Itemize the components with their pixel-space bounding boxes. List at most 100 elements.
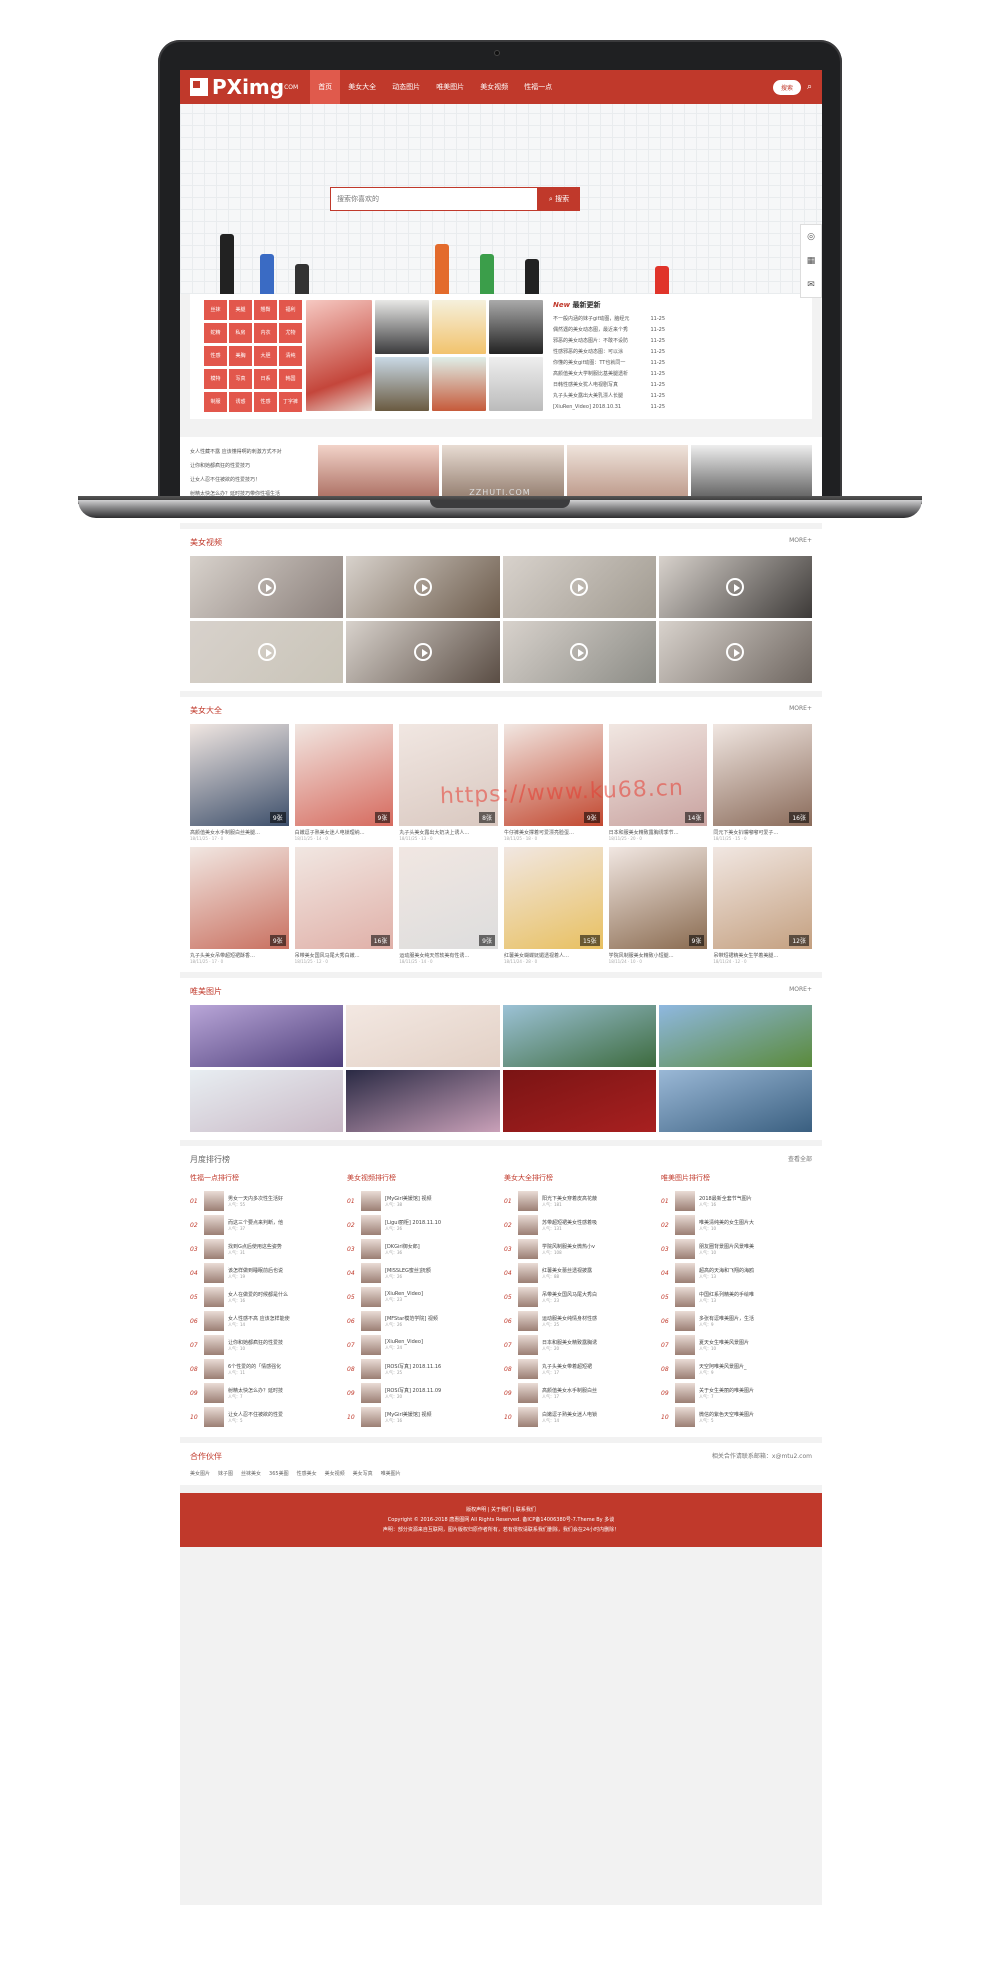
rank-item-title[interactable]: 天空阿唯美风景图片_ xyxy=(699,1363,812,1370)
rank-item[interactable]: 10 微信的紫色天空唯美图片 人气：5 xyxy=(661,1405,812,1429)
rank-item[interactable]: 07 日本和服美女精致露胸诱 人气：20 xyxy=(504,1333,655,1357)
partner-link[interactable]: 美女写真 xyxy=(353,1471,373,1477)
rank-thumb[interactable] xyxy=(518,1239,538,1259)
video-thumb[interactable] xyxy=(346,621,500,683)
rank-item[interactable]: 01 男女一天内多次性生活好 人气：55 xyxy=(190,1189,341,1213)
tag-item[interactable]: 内衣 xyxy=(254,323,277,343)
girl-photo[interactable]: 16张 xyxy=(294,847,394,949)
rank-item[interactable]: 03 朋友圈背景图片风景唯美 人气：10 xyxy=(661,1237,812,1261)
more-link[interactable]: MORE+ xyxy=(789,705,812,716)
rank-item[interactable]: 02 [Ligui丽柜] 2018.11.10 人气：26 xyxy=(347,1213,498,1237)
rank-item[interactable]: 06 运动服美女纯情身材性感 人气：25 xyxy=(504,1309,655,1333)
tag-item[interactable]: 日系 xyxy=(254,369,277,389)
rank-thumb[interactable] xyxy=(361,1335,381,1355)
rank-item-title[interactable]: 女人性感不高 应该怎样能使 xyxy=(228,1315,341,1322)
rank-item-title[interactable]: 而这三个要点来判断，他 xyxy=(228,1219,341,1226)
rank-item-title[interactable]: 让你和她都疯狂的性爱技 xyxy=(228,1339,341,1346)
featured-photo[interactable] xyxy=(489,300,543,354)
rank-item[interactable]: 08 丸子头美女带着超短裙 人气：17 xyxy=(504,1357,655,1381)
latest-item[interactable]: 高颜值美女大学制服比基美腿透析 11-25 xyxy=(553,369,665,380)
rank-item[interactable]: 10 白嫩逗子熟美女迷人电锁 人气：14 xyxy=(504,1405,655,1429)
girl-title[interactable]: 吊带短裙精美女生学着美腿… xyxy=(713,952,812,959)
rank-item-title[interactable]: 女人在做爱的时候都是什么 xyxy=(228,1291,341,1298)
girl-photo[interactable]: 9张 xyxy=(608,847,708,949)
tag-item[interactable]: 性感 xyxy=(204,346,227,366)
tag-item[interactable]: 大胆 xyxy=(254,346,277,366)
rank-item[interactable]: 01 [MyGirl美媛馆] 视频 人气：38 xyxy=(347,1189,498,1213)
rank-item-title[interactable]: 夏天女生唯美风景图片 xyxy=(699,1339,812,1346)
rank-thumb[interactable] xyxy=(361,1191,381,1211)
girl-card[interactable]: 12张 吊带短裙精美女生学着美腿… 18/11/24 · 12 · 0 xyxy=(713,847,812,964)
girl-title[interactable]: 高颜值美女水手制服白丝美腿… xyxy=(190,829,289,836)
rank-item-title[interactable]: 超高的天海和飞翔的海鸥 xyxy=(699,1267,812,1274)
rank-item[interactable]: 03 找到G点后使用这些姿势 人气：31 xyxy=(190,1237,341,1261)
rank-item-title[interactable]: 关于女生美丽的唯美图片 xyxy=(699,1387,812,1394)
video-thumb[interactable] xyxy=(190,621,344,683)
girl-photo[interactable]: 9张 xyxy=(190,724,289,826)
rank-thumb[interactable] xyxy=(518,1359,538,1379)
rank-item-title[interactable]: 唯美清纯美的女生图片大 xyxy=(699,1219,812,1226)
rank-item-title[interactable]: 2018最新全套节气图片 xyxy=(699,1195,812,1202)
rank-thumb[interactable] xyxy=(675,1359,695,1379)
rank-thumb[interactable] xyxy=(204,1239,224,1259)
partner-link[interactable]: 美女视频 xyxy=(325,1471,345,1477)
play-icon[interactable] xyxy=(570,643,589,661)
rank-item-title[interactable]: [MyGirl美媛馆] 视频 xyxy=(385,1195,498,1202)
tag-item[interactable]: 福利 xyxy=(279,300,302,320)
latest-item[interactable]: 日韩性感美女犹人电视剧写真 11-25 xyxy=(553,380,665,391)
rank-item-title[interactable]: [Ligui丽柜] 2018.11.10 xyxy=(385,1219,498,1226)
rank-item-title[interactable]: [MISSLEG蜜丝]抚额 xyxy=(385,1267,498,1274)
rank-item[interactable]: 08 天空阿唯美风景图片_ 人气：9 xyxy=(661,1357,812,1381)
rank-item-title[interactable]: 找到G点后使用这些姿势 xyxy=(228,1243,341,1250)
video-thumb[interactable] xyxy=(658,621,812,683)
rank-thumb[interactable] xyxy=(518,1383,538,1403)
rank-thumb[interactable] xyxy=(361,1383,381,1403)
rank-item-title[interactable]: 微信的紫色天空唯美图片 xyxy=(699,1411,812,1418)
rank-thumb[interactable] xyxy=(675,1335,695,1355)
rank-thumb[interactable] xyxy=(518,1335,538,1355)
girl-card[interactable]: 9张 白嫩逗子熟美女迷人电锁理纳… 18/11/25 · 14 · 0 xyxy=(294,724,394,841)
tag-item[interactable]: 诱惑 xyxy=(229,392,252,412)
latest-item[interactable]: 性感邪恶的美女动态图：可以涂 11-25 xyxy=(553,347,665,358)
rank-thumb[interactable] xyxy=(204,1383,224,1403)
featured-photo[interactable] xyxy=(375,357,429,411)
rank-item[interactable]: 03 学院风制服美女微热小v 人气：108 xyxy=(504,1237,655,1261)
tag-item[interactable]: 私房 xyxy=(229,323,252,343)
video-thumb[interactable] xyxy=(502,621,656,683)
rank-thumb[interactable] xyxy=(204,1263,224,1283)
partner-link[interactable]: 性感美女 xyxy=(297,1471,317,1477)
play-icon[interactable] xyxy=(570,578,589,596)
rank-item[interactable]: 05 女人在做爱的时候都是什么 人气：16 xyxy=(190,1285,341,1309)
rank-item[interactable]: 01 阳光下美女穿着皮高花蔽 人气：181 xyxy=(504,1189,655,1213)
rank-thumb[interactable] xyxy=(204,1311,224,1331)
rank-item-title[interactable]: 中国红系列精美的手绘唯 xyxy=(699,1291,812,1298)
girl-photo[interactable]: 12张 xyxy=(713,847,812,949)
play-icon[interactable] xyxy=(257,578,276,596)
pretty-photo[interactable] xyxy=(190,1070,344,1132)
rank-thumb[interactable] xyxy=(204,1215,224,1235)
rank-thumb[interactable] xyxy=(518,1311,538,1331)
play-icon[interactable] xyxy=(257,643,276,661)
partner-link[interactable]: 365美图 xyxy=(269,1471,289,1477)
video-thumb[interactable] xyxy=(658,556,812,618)
rank-item[interactable]: 01 2018最新全套节气图片 人气：16 xyxy=(661,1189,812,1213)
tag-item[interactable]: 丝袜 xyxy=(204,300,227,320)
rank-item[interactable]: 02 苏带超短裙美女性感着吸 人气：131 xyxy=(504,1213,655,1237)
rank-thumb[interactable] xyxy=(204,1359,224,1379)
rank-item-title[interactable]: [MyGirl美媛馆] 视频 xyxy=(385,1411,498,1418)
play-icon[interactable] xyxy=(413,578,432,596)
pretty-photo[interactable] xyxy=(346,1005,500,1067)
partner-link[interactable]: 丝袜美女 xyxy=(241,1471,261,1477)
featured-photo[interactable] xyxy=(489,357,543,411)
rank-item[interactable]: 07 夏天女生唯美风景图片 人气：10 xyxy=(661,1333,812,1357)
partner-link[interactable]: 美女图片 xyxy=(190,1471,210,1477)
girl-photo[interactable]: 9张 xyxy=(503,724,603,826)
rank-item-title[interactable]: 运动服美女纯情身材性感 xyxy=(542,1315,655,1322)
girl-title[interactable]: 白嫩逗子熟美女迷人电锁理纳… xyxy=(295,829,394,836)
tag-item[interactable]: 制服 xyxy=(204,392,227,412)
pretty-photo[interactable] xyxy=(190,1005,344,1067)
rank-item-title[interactable]: 朋友圈背景图片风景唯美 xyxy=(699,1243,812,1250)
girl-card[interactable]: 9张 高颜值美女水手制服白丝美腿… 18/11/25 · 17 · 0 xyxy=(190,724,289,841)
rank-item[interactable]: 09 高颜值美女水手制服白丝 人气：17 xyxy=(504,1381,655,1405)
rank-item-title[interactable]: 学院风制服美女微热小v xyxy=(542,1243,655,1250)
